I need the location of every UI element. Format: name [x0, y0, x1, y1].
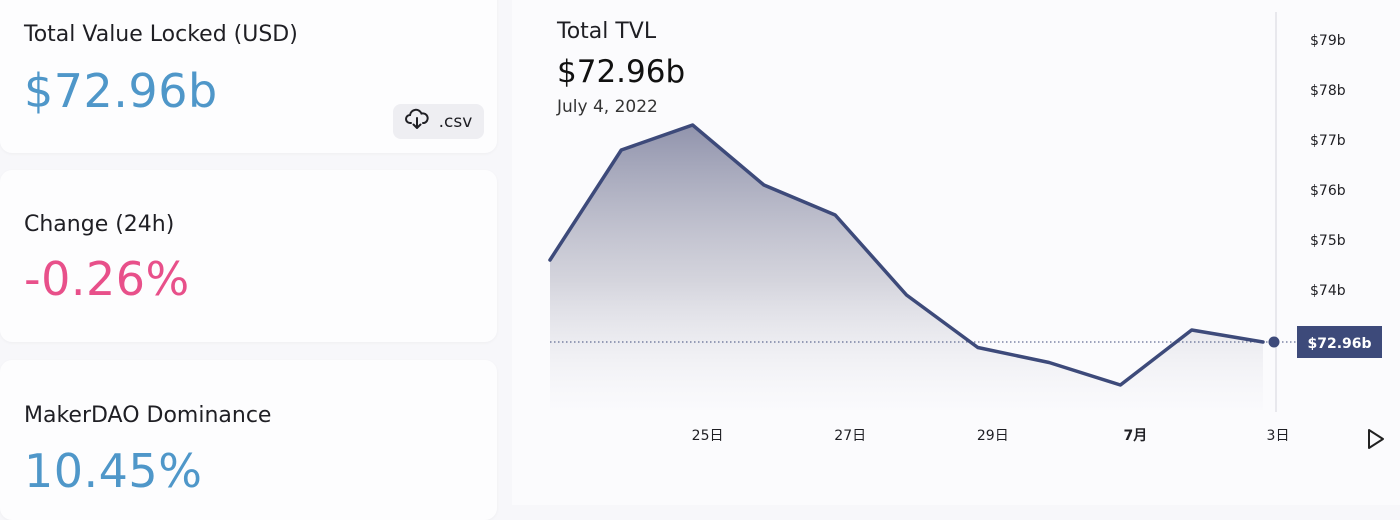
play-icon[interactable] [1366, 428, 1386, 454]
current-value-dot [1268, 336, 1280, 348]
y-tick-label: $75b [1310, 233, 1346, 249]
x-tick-label: 27日 [834, 428, 866, 444]
y-tick-label: $74b [1310, 283, 1346, 299]
area-fill [550, 125, 1263, 410]
y-tick-label: $78b [1310, 83, 1346, 99]
y-tick-label: $77b [1310, 133, 1346, 149]
current-value-badge-label: $72.96b [1307, 336, 1371, 352]
x-tick-label: 25日 [692, 428, 724, 444]
x-tick-label: 3日 [1267, 428, 1290, 444]
y-tick-label: $79b [1310, 33, 1346, 49]
y-tick-label: $76b [1310, 183, 1346, 199]
tvl-area-chart[interactable]: $79b $78b $77b $76b $75b $74b 25日 27日 29日 7月 3日 $7… [0, 0, 1400, 505]
x-tick-label: 29日 [977, 428, 1009, 444]
x-tick-label: 7月 [1124, 428, 1148, 444]
